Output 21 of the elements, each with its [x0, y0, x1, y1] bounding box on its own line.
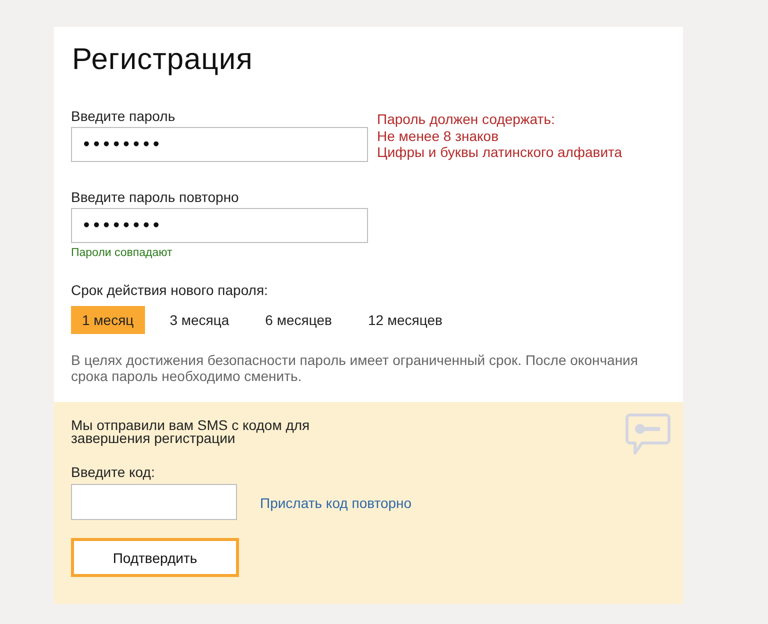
message-key-icon	[625, 413, 671, 457]
validity-note-text: В целях достижения безопасности пароль имеет ограниченный срок. После окончания срока пароль необходимо сменить.	[71, 352, 639, 384]
password-repeat-field[interactable]: ••••••••	[71, 208, 368, 243]
password-requirement-text: Не менее 8 знаков	[377, 128, 500, 144]
confirm-button[interactable]: Подтвердить	[71, 538, 239, 577]
password-requirement-text: Пароль должен содержать:	[377, 111, 556, 128]
field-label: Срок действия нового пароля:	[71, 282, 269, 298]
password-field[interactable]: ••••••••	[71, 127, 368, 162]
period-option[interactable]: 3 месяца	[158, 306, 240, 334]
sms-sent-text: Мы отправили вам SMS с кодом для завершения регистрации	[71, 419, 311, 445]
resend-code-link[interactable]: Прислать код повторно	[260, 495, 412, 511]
code-field[interactable]	[71, 484, 237, 520]
field-label: Введите код:	[71, 464, 156, 480]
period-option[interactable]: 12 месяцев	[356, 306, 454, 334]
field-label: Введите пароль	[71, 108, 176, 124]
period-option[interactable]: 6 месяцев	[254, 306, 343, 334]
period-option[interactable]: 1 месяц	[71, 306, 145, 334]
page-title: Регистрация	[72, 42, 254, 78]
field-label: Введите пароль повторно	[71, 189, 240, 205]
password-requirement-text: Цифры и буквы латинского алфавита	[377, 144, 622, 160]
passwords-match-text: Пароли совпадают	[71, 247, 174, 260]
